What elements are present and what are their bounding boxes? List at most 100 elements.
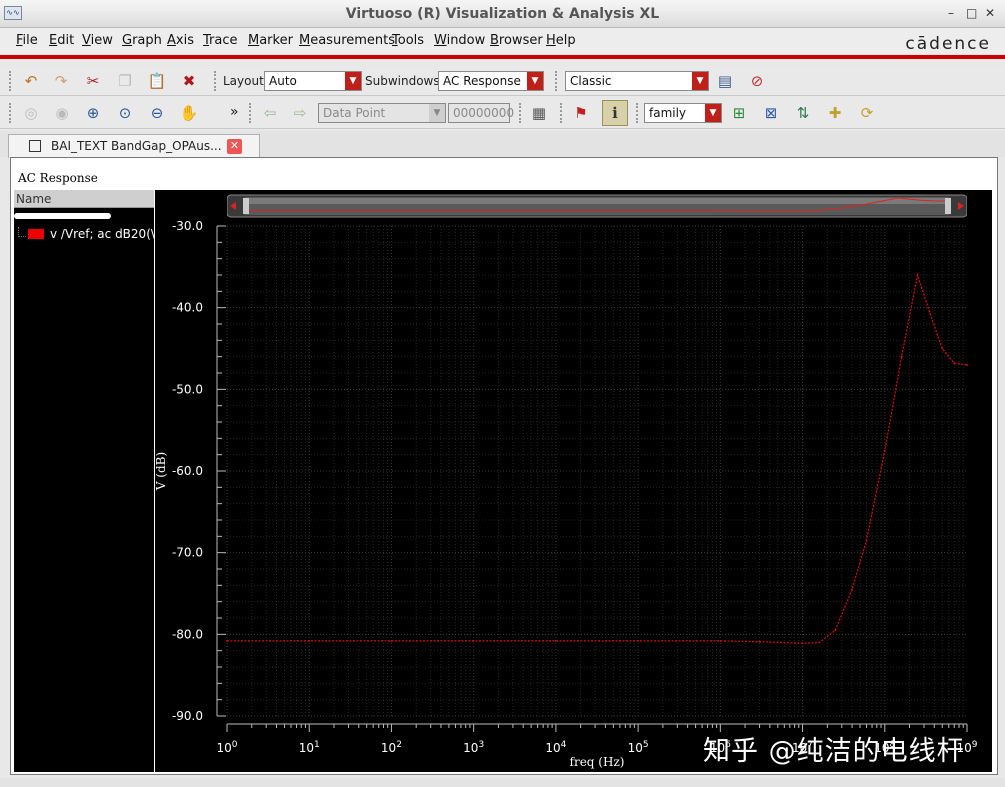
data-point bbox=[941, 347, 944, 350]
cut-icon[interactable]: ✂ bbox=[82, 70, 104, 92]
tab-label: BAI_TEXT BandGap_OPAus... bbox=[51, 139, 222, 153]
datapoint-select[interactable]: Data Point ▼ bbox=[318, 103, 446, 123]
x-tick-label: 102 bbox=[381, 740, 402, 755]
x-tick-label: 104 bbox=[545, 740, 566, 755]
ac-response-chart[interactable]: -30.0 -40.0 -50.0 -60.0 -70.0 -80.0 -90.0 100 10… bbox=[155, 190, 992, 772]
toolbar-grip[interactable] bbox=[9, 103, 13, 123]
redo-icon[interactable]: ↷ bbox=[50, 70, 72, 92]
menu-axis[interactable]: Axis bbox=[167, 33, 194, 48]
menu-trace[interactable]: Trace bbox=[203, 33, 238, 48]
menu-help[interactable]: Help bbox=[546, 33, 576, 48]
subwindow-title: AC Response bbox=[18, 171, 98, 185]
toolbar-grip[interactable] bbox=[555, 71, 559, 91]
close-window-button[interactable]: ✕ bbox=[985, 6, 995, 20]
toolbar-grip[interactable] bbox=[560, 103, 564, 123]
data-point bbox=[719, 639, 722, 642]
data-point bbox=[883, 449, 886, 452]
previous-point-icon[interactable]: ⇦ bbox=[259, 102, 281, 124]
tab-bandgap[interactable]: BAI_TEXT BandGap_OPAus... ✕ bbox=[8, 134, 260, 158]
data-point bbox=[900, 355, 903, 358]
y-tick-label: -80.0 bbox=[172, 627, 203, 641]
menu-file[interactable]: File bbox=[16, 33, 38, 48]
stack-chart-icon[interactable]: ⊠ bbox=[760, 102, 782, 124]
menu-measurements[interactable]: Measurements bbox=[299, 33, 395, 48]
menu-view[interactable]: View bbox=[82, 33, 113, 48]
data-point bbox=[916, 274, 919, 276]
window-settings-icon[interactable]: ▤ bbox=[714, 70, 736, 92]
datapoint-number-field[interactable]: 00000000 bbox=[448, 103, 514, 123]
more-tools-button[interactable]: » bbox=[230, 104, 239, 120]
add-subwindow-icon[interactable]: ✚ bbox=[824, 102, 846, 124]
menu-browser[interactable]: Browser bbox=[490, 33, 543, 48]
paste-icon[interactable]: 📋 bbox=[146, 70, 168, 92]
x-tick-label: 101 bbox=[299, 740, 320, 755]
zoom-box-icon[interactable]: ⊙ bbox=[114, 102, 136, 124]
status-strip bbox=[0, 778, 1005, 787]
trace-list-panel: Name v /Vref; ac dB20(\ bbox=[14, 190, 154, 772]
menu-graph[interactable]: Graph bbox=[122, 33, 162, 48]
menu-edit[interactable]: Edit bbox=[49, 33, 74, 48]
toolbar-grip[interactable] bbox=[9, 71, 13, 91]
data-point bbox=[390, 639, 393, 642]
info-icon[interactable]: ℹ bbox=[602, 100, 628, 126]
delete-icon[interactable]: ✖ bbox=[178, 70, 200, 92]
strip-chart-icon[interactable]: ⊞ bbox=[728, 102, 750, 124]
toolbar-grip[interactable] bbox=[214, 71, 218, 91]
zoom-in-icon[interactable]: ⊕ bbox=[82, 102, 104, 124]
layout-label: Layout: bbox=[223, 74, 268, 88]
window-titlebar: ∿∿ Virtuoso (R) Visualization & Analysis… bbox=[0, 0, 1005, 28]
menu-tools[interactable]: Tools bbox=[392, 33, 424, 48]
window-title: Virtuoso (R) Visualization & Analysis XL bbox=[345, 6, 660, 22]
chart-axes: -30.0 -40.0 -50.0 -60.0 -70.0 -80.0 -90.0 100 10… bbox=[172, 219, 978, 755]
data-point bbox=[928, 310, 931, 313]
zoom-reset-icon[interactable]: ◉ bbox=[51, 102, 73, 124]
marker-flag-icon[interactable]: ⚑ bbox=[570, 102, 592, 124]
tab-bar: BAI_TEXT BandGap_OPAus... ✕ bbox=[0, 131, 1005, 158]
data-point bbox=[953, 362, 956, 365]
window-delete-icon[interactable]: ⊘ bbox=[746, 70, 768, 92]
menu-window[interactable]: Window bbox=[434, 33, 485, 48]
refresh-subwindow-icon[interactable]: ⟳ bbox=[856, 102, 878, 124]
trace-line bbox=[227, 272, 968, 644]
subwindows-label: Subwindows: bbox=[365, 74, 444, 88]
x-tick-label: 103 bbox=[463, 740, 484, 755]
style-select[interactable]: Classic ▼ bbox=[565, 71, 709, 91]
minimize-button[interactable]: – bbox=[948, 6, 954, 20]
y-tick-label: -90.0 bbox=[172, 709, 203, 723]
data-point bbox=[554, 639, 557, 642]
x-tick-label: 105 bbox=[628, 740, 649, 755]
layout-select[interactable]: Auto ▼ bbox=[264, 71, 362, 91]
overlay-chart-icon[interactable]: ⇅ bbox=[792, 102, 814, 124]
pan-icon[interactable]: ✋ bbox=[178, 102, 200, 124]
maximize-button[interactable]: □ bbox=[966, 6, 977, 20]
chart-series bbox=[226, 272, 968, 645]
copy-icon[interactable]: ❐ bbox=[114, 70, 136, 92]
next-point-icon[interactable]: ⇨ bbox=[289, 102, 311, 124]
y-tick-label: -50.0 bbox=[172, 382, 203, 396]
toolbar-grip[interactable] bbox=[249, 103, 253, 123]
menu-marker[interactable]: Marker bbox=[248, 33, 293, 48]
calculator-icon[interactable]: ▦ bbox=[528, 102, 550, 124]
y-tick-label: -30.0 bbox=[172, 219, 203, 233]
toolbar-grip[interactable] bbox=[519, 103, 523, 123]
x-tick-label: 100 bbox=[216, 740, 237, 755]
zoom-fit-icon[interactable]: ◎ bbox=[20, 102, 42, 124]
trace-list-scrollbar[interactable] bbox=[14, 213, 111, 219]
chevron-down-icon: ▼ bbox=[429, 104, 445, 122]
data-point bbox=[865, 539, 868, 542]
main-toolbar: ↶ ↷ ✂ ❐ 📋 ✖ Layout: Auto ▼ Subwindows: AC… bbox=[0, 66, 1005, 96]
data-point bbox=[966, 363, 968, 366]
family-select[interactable]: family ▼ bbox=[644, 103, 722, 123]
toolbar-grip[interactable] bbox=[636, 103, 640, 123]
zoom-out-icon[interactable]: ⊖ bbox=[146, 102, 168, 124]
x-axis-label: freq (Hz) bbox=[570, 755, 625, 769]
subwindows-select[interactable]: AC Response ▼ bbox=[438, 71, 544, 91]
trace-item[interactable]: v /Vref; ac dB20(\ bbox=[18, 227, 154, 243]
close-tab-icon[interactable]: ✕ bbox=[227, 139, 242, 154]
data-point bbox=[834, 629, 837, 632]
undo-icon[interactable]: ↶ bbox=[20, 70, 42, 92]
watermark-text: 知乎 @纯洁的电线杆 bbox=[703, 736, 965, 767]
trace-list-header[interactable]: Name bbox=[14, 190, 154, 208]
chart-grid bbox=[226, 225, 967, 717]
chevron-down-icon: ▼ bbox=[345, 72, 361, 90]
